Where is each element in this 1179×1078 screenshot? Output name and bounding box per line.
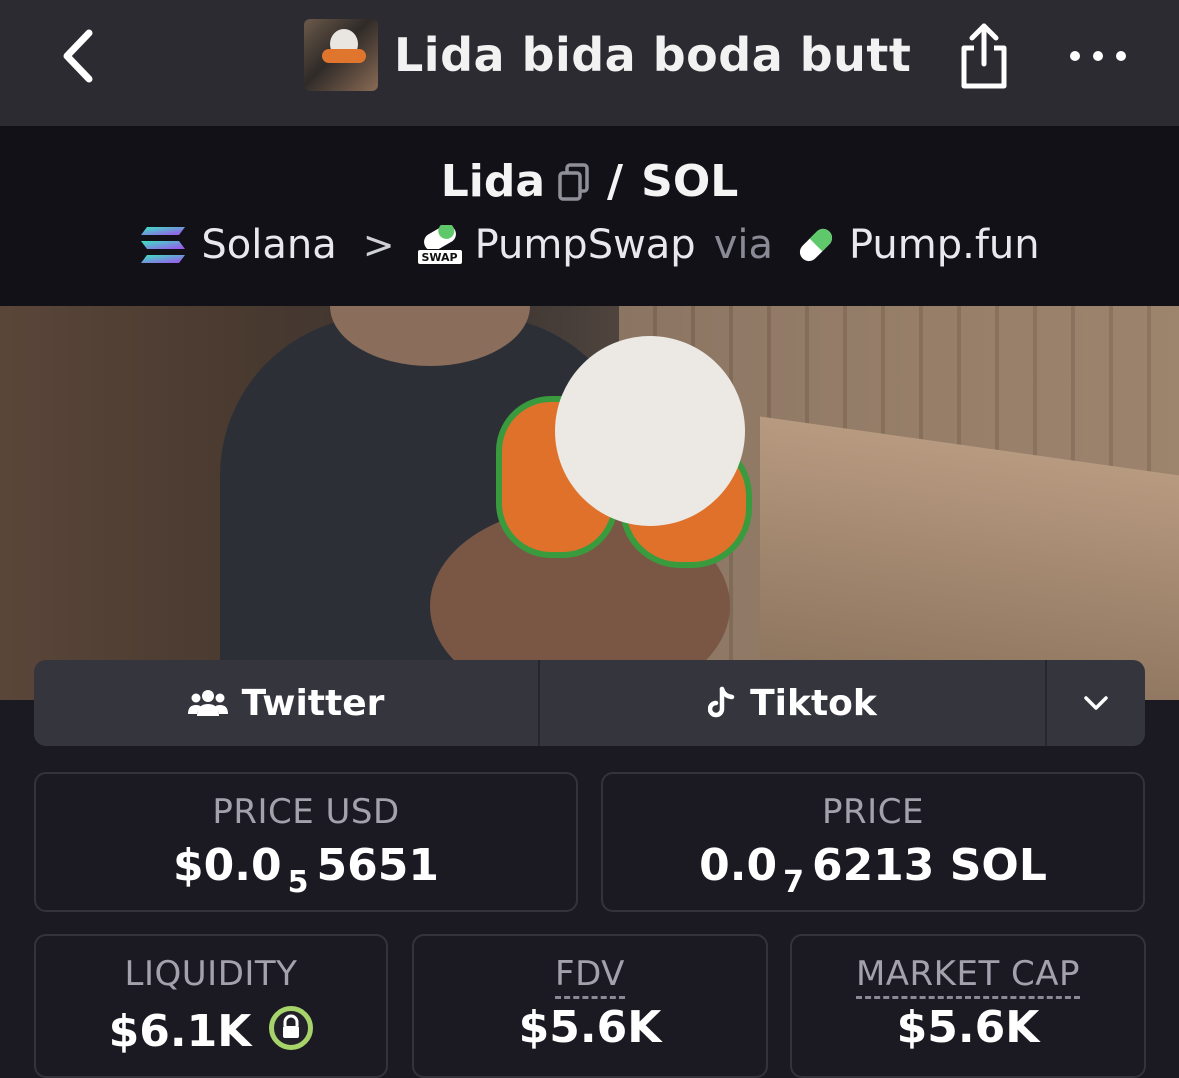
tiktok-icon [708, 686, 735, 718]
chevron-right-icon: > [362, 223, 395, 267]
price-usd-label: PRICE USD [212, 792, 400, 832]
tiktok-button[interactable]: Tiktok [540, 660, 1047, 746]
twitter-label: Twitter [241, 682, 385, 724]
copy-icon[interactable] [557, 162, 591, 202]
users-icon [187, 690, 228, 716]
fdv-label[interactable]: FDV [414, 954, 766, 999]
page-title: Lida bida boda butt [394, 28, 912, 82]
fdv-card: FDV $5.6K [412, 934, 768, 1078]
price-usd-card: PRICE USD $0.0 5 5651 [34, 772, 578, 912]
liquidity-label: LIQUIDITY [124, 954, 298, 994]
top-navigation-bar: Lida bida boda butt [0, 0, 1179, 126]
quote-token-symbol: SOL [641, 156, 739, 207]
price-sol-value: 0.0 7 6213 SOL [699, 840, 1047, 900]
swap-badge: SWAP [416, 249, 463, 265]
chevron-down-icon [1084, 696, 1108, 710]
chain-name-link[interactable]: Solana [201, 222, 336, 268]
price-usd-value: $0.0 5 5651 [173, 840, 439, 900]
price-sol-zero-count: 7 [783, 865, 804, 900]
more-horizontal-icon [1070, 51, 1080, 61]
pair-separator: / [607, 156, 624, 207]
social-links-bar: Twitter Tiktok [34, 660, 1145, 746]
share-icon [961, 23, 1007, 89]
fdv-value: $5.6K [518, 1002, 662, 1053]
solana-logo-icon [141, 227, 186, 263]
pumpfun-pill-icon [799, 228, 833, 262]
share-button[interactable] [956, 20, 1012, 90]
more-options-button[interactable] [1070, 36, 1126, 76]
market-cap-value: $5.6K [896, 1002, 1040, 1053]
twitter-button[interactable]: Twitter [34, 660, 540, 746]
back-button[interactable] [54, 26, 102, 86]
market-cap-card: MARKET CAP $5.6K [790, 934, 1146, 1078]
price-sol-card: PRICE 0.0 7 6213 SOL [601, 772, 1145, 912]
tiktok-label: Tiktok [750, 682, 877, 724]
token-banner-image [0, 306, 1179, 700]
liquidity-card: LIQUIDITY $6.1K [34, 934, 388, 1078]
pair-info-bar: Lida / SOL Solana > SWAP PumpSwap via Pu… [0, 126, 1179, 306]
market-cap-label[interactable]: MARKET CAP [792, 954, 1144, 999]
liquidity-value: $6.1K [36, 1002, 386, 1057]
via-label: via [713, 222, 773, 268]
token-title: Lida bida boda butt [304, 18, 911, 92]
pumpswap-logo-icon: SWAP [416, 225, 463, 265]
token-avatar [304, 19, 378, 91]
chevron-left-icon [63, 29, 93, 83]
price-usd-zero-count: 5 [287, 865, 309, 900]
lock-icon[interactable] [269, 1006, 314, 1050]
chain-dex-line: Solana > SWAP PumpSwap via Pump.fun [0, 222, 1179, 268]
base-token-symbol: Lida [440, 156, 546, 207]
pair-name: Lida / SOL [0, 156, 1179, 207]
dex-name-link[interactable]: PumpSwap [475, 222, 696, 268]
launchpad-name-link[interactable]: Pump.fun [849, 222, 1040, 268]
price-sol-label: PRICE [822, 792, 924, 832]
more-socials-dropdown[interactable] [1047, 660, 1145, 746]
